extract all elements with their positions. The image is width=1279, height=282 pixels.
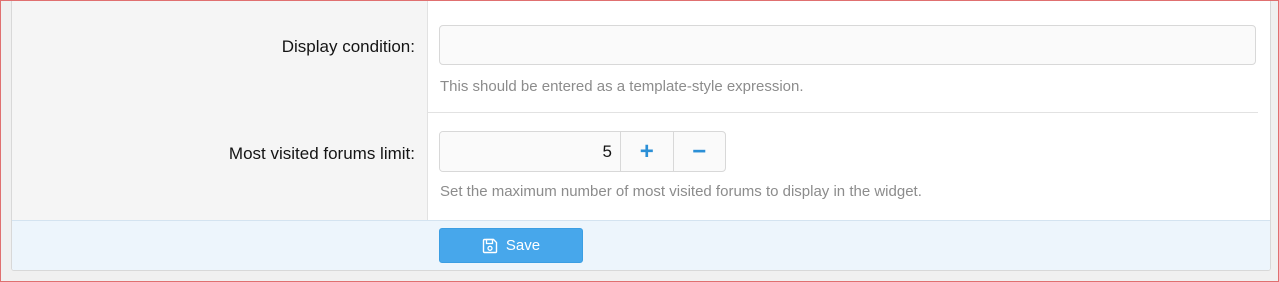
display-condition-label: Display condition: [281,37,415,56]
label-column: Display condition: Most visited forums l… [12,1,428,220]
floppy-disk-icon [482,238,498,253]
window-frame: Display condition: Most visited forums l… [0,0,1279,282]
forums-limit-label: Most visited forums limit: [228,144,415,163]
forums-limit-stepper: + − [439,131,726,172]
row-divider [428,112,1258,113]
display-condition-hint: This should be entered as a template-sty… [440,78,804,95]
display-condition-input[interactable] [439,25,1256,65]
increment-button[interactable]: + [620,132,673,171]
decrement-button[interactable]: − [672,132,726,171]
save-button[interactable]: Save [439,228,583,263]
plus-icon: + [639,137,654,165]
save-button-label: Save [505,237,541,254]
form-footer: Save [12,220,1270,270]
minus-icon: − [692,137,707,165]
options-panel: Display condition: Most visited forums l… [11,1,1271,271]
forums-limit-input[interactable] [440,132,620,171]
forums-limit-hint: Set the maximum number of most visited f… [440,183,922,200]
